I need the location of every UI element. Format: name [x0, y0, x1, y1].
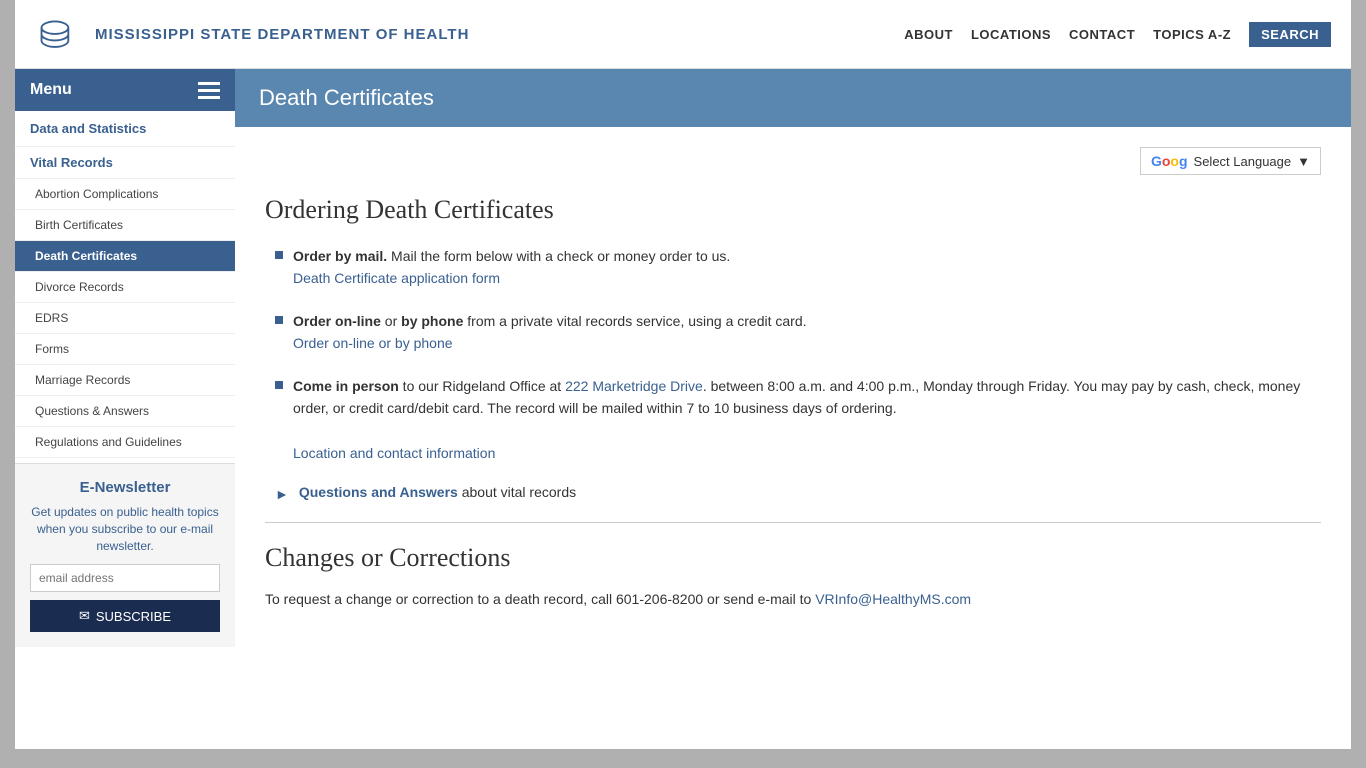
death-cert-form-link[interactable]: Death Certificate application form [293, 270, 500, 286]
content-body: Goog Select Language ▼ Ordering Death Ce… [235, 127, 1351, 641]
qa-text: about vital records [458, 484, 576, 500]
bullet-icon-3 [275, 381, 283, 389]
subscribe-button[interactable]: ✉ SUBSCRIBE [30, 600, 220, 632]
sidebar-item-abortion[interactable]: Abortion Complications [15, 179, 235, 210]
ordering-heading: Ordering Death Certificates [265, 195, 1321, 225]
nav-locations[interactable]: LOCATIONS [971, 27, 1051, 42]
bullet-online-text1: or [381, 313, 401, 329]
bullet-online: Order on-line or by phone from a private… [265, 310, 1321, 355]
nav-topics-az[interactable]: TOPICS A-Z [1153, 27, 1231, 42]
language-selector-area: Goog Select Language ▼ [265, 147, 1321, 175]
bullet-online-text2: from a private vital records service, us… [463, 313, 806, 329]
sidebar-item-death[interactable]: Death Certificates [15, 241, 235, 272]
location-contact-link[interactable]: Location and contact information [293, 445, 495, 461]
sidebar-item-forms[interactable]: Forms [15, 334, 235, 365]
bullet-mail-content: Order by mail. Mail the form below with … [293, 245, 730, 290]
bullet-online-strong1: Order on-line [293, 313, 381, 329]
changes-text: To request a change or correction to a d… [265, 588, 1321, 610]
sidebar-item-birth[interactable]: Birth Certificates [15, 210, 235, 241]
order-online-link[interactable]: Order on-line or by phone [293, 335, 453, 351]
subscribe-icon: ✉ [79, 608, 90, 624]
qa-link[interactable]: Questions and Answers [299, 484, 458, 500]
google-icon: Goog [1151, 153, 1188, 169]
logo-icon: ⛁ [35, 10, 83, 58]
page-title-bar: Death Certificates [235, 69, 1351, 127]
enewsletter-title: E-Newsletter [30, 479, 220, 496]
bullet-online-strong2: by phone [401, 313, 463, 329]
enewsletter-section: E-Newsletter Get updates on public healt… [15, 463, 235, 647]
bullet-mail: Order by mail. Mail the form below with … [265, 245, 1321, 290]
language-widget[interactable]: Goog Select Language ▼ [1140, 147, 1321, 175]
language-label: Select Language [1194, 154, 1292, 169]
nav-contact[interactable]: CONTACT [1069, 27, 1135, 42]
menu-label: Menu [30, 81, 72, 99]
page-title: Death Certificates [259, 85, 434, 110]
address-link[interactable]: 222 Marketridge Drive [565, 378, 703, 394]
bullet-online-content: Order on-line or by phone from a private… [293, 310, 807, 355]
enewsletter-text: Get updates on public health topics when… [30, 504, 220, 554]
top-nav: ABOUT LOCATIONS CONTACT TOPICS A-Z SEARC… [904, 22, 1331, 47]
arrow-qa-content: Questions and Answers about vital record… [299, 484, 576, 500]
arrow-right-icon: ► [275, 486, 289, 502]
site-header: ⛁ Mississippi State Department of Health… [15, 0, 1351, 69]
site-title: Mississippi State Department of Health [95, 26, 469, 43]
changes-para: To request a change or correction to a d… [265, 591, 815, 607]
sidebar-item-divorce[interactable]: Divorce Records [15, 272, 235, 303]
bullet-icon-2 [275, 316, 283, 324]
bullet-mail-strong: Order by mail. [293, 248, 387, 264]
bullet-person-strong: Come in person [293, 378, 399, 394]
sidebar-item-regulations[interactable]: Regulations and Guidelines [15, 427, 235, 458]
email-input[interactable] [30, 564, 220, 592]
nav-search[interactable]: SEARCH [1249, 22, 1331, 47]
main-wrapper: Menu Data and Statistics Vital Records A… [15, 69, 1351, 749]
sidebar-vital-records[interactable]: Vital Records [15, 147, 235, 179]
nav-about[interactable]: ABOUT [904, 27, 953, 42]
svg-text:⛁: ⛁ [39, 15, 71, 57]
sidebar: Menu Data and Statistics Vital Records A… [15, 69, 235, 749]
menu-bar[interactable]: Menu [15, 69, 235, 111]
bullet-person-content: Come in person to our Ridgeland Office a… [293, 375, 1321, 465]
subscribe-label: SUBSCRIBE [96, 609, 171, 624]
divider [265, 522, 1321, 523]
sidebar-section-title: Data and Statistics [15, 111, 235, 147]
hamburger-icon[interactable] [198, 82, 220, 99]
chevron-down-icon: ▼ [1297, 154, 1310, 169]
content-area: Death Certificates Goog Select Language … [235, 69, 1351, 749]
sidebar-item-marriage[interactable]: Marriage Records [15, 365, 235, 396]
sidebar-item-edrs[interactable]: EDRS [15, 303, 235, 334]
logo-area: ⛁ Mississippi State Department of Health [35, 10, 469, 58]
sidebar-item-qa[interactable]: Questions & Answers [15, 396, 235, 427]
arrow-qa: ► Questions and Answers about vital reco… [265, 484, 1321, 502]
bullet-icon-1 [275, 251, 283, 259]
email-link[interactable]: VRInfo@HealthyMS.com [815, 591, 971, 607]
changes-heading: Changes or Corrections [265, 543, 1321, 573]
bullet-mail-text: Mail the form below with a check or mone… [387, 248, 730, 264]
bullet-person-text1: to our Ridgeland Office at [399, 378, 565, 394]
bullet-person: Come in person to our Ridgeland Office a… [265, 375, 1321, 465]
